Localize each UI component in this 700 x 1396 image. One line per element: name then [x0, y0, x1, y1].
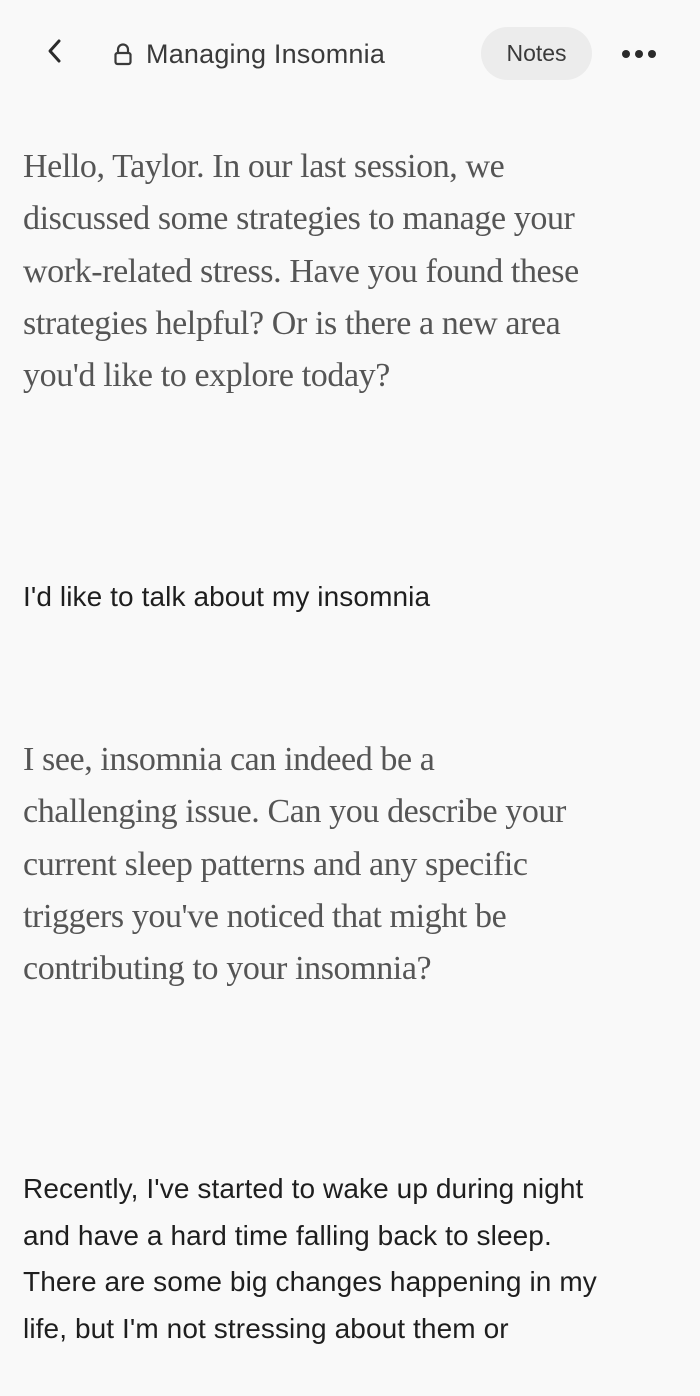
conversation-title[interactable]: Managing Insomnia [112, 34, 385, 74]
lock-icon [112, 42, 134, 66]
more-horizontal-icon [620, 50, 659, 58]
assistant-message: Hello, Taylor. In our last session, we d… [23, 148, 579, 395]
page-title: Managing Insomnia [146, 38, 386, 69]
notes-button[interactable]: Notes [481, 27, 592, 80]
back-button[interactable] [36, 34, 72, 72]
top-bar: Managing Insomnia Notes [0, 0, 700, 108]
user-message: Recently, I've started to wake up during… [23, 1173, 597, 1344]
user-message: I'd like to talk about my insomnia [23, 581, 431, 612]
chevron-left-icon [45, 37, 63, 70]
more-options-button[interactable] [614, 38, 664, 70]
assistant-message: I see, insomnia can indeed be a challeng… [23, 741, 566, 988]
